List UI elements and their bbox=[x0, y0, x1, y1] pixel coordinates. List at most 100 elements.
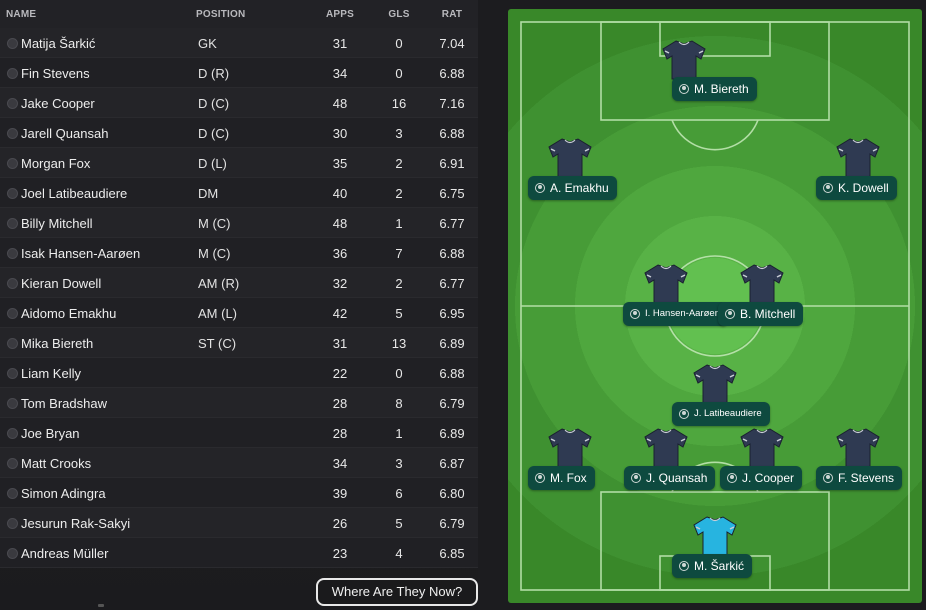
table-row[interactable]: Jarell Quansah D (C) 30 3 6.88 bbox=[0, 118, 478, 148]
player-status-icon[interactable] bbox=[7, 368, 18, 379]
player-name[interactable]: Jarell Quansah bbox=[21, 126, 108, 141]
player-name[interactable]: Mika Biereth bbox=[21, 336, 93, 351]
player-status-icon[interactable] bbox=[7, 38, 18, 49]
player-name[interactable]: Fin Stevens bbox=[21, 66, 90, 81]
player-status-icon[interactable] bbox=[7, 548, 18, 559]
player-status-icon[interactable] bbox=[7, 308, 18, 319]
table-row[interactable]: Tom Bradshaw 28 8 6.79 bbox=[0, 388, 478, 418]
player-apps: 42 bbox=[332, 306, 348, 321]
player-shirt-icon[interactable] bbox=[547, 427, 593, 469]
player-rating: 7.16 bbox=[439, 96, 465, 111]
player-status-icon[interactable] bbox=[7, 398, 18, 409]
player-name[interactable]: Jesurun Rak-Sakyi bbox=[21, 516, 130, 531]
table-row[interactable]: Mika Biereth ST (C) 31 13 6.89 bbox=[0, 328, 478, 358]
player-status-icon[interactable] bbox=[7, 218, 18, 229]
player-shirt-icon[interactable] bbox=[643, 263, 689, 305]
column-header-position[interactable]: POSITION bbox=[196, 9, 245, 20]
player-name[interactable]: Billy Mitchell bbox=[21, 216, 93, 231]
player-name[interactable]: Kieran Dowell bbox=[21, 276, 101, 291]
player-goals: 2 bbox=[395, 186, 403, 201]
player-tag-label: K. Dowell bbox=[838, 181, 889, 195]
table-row[interactable]: Matt Crooks 34 3 6.87 bbox=[0, 448, 478, 478]
table-row[interactable]: Joe Bryan 28 1 6.89 bbox=[0, 418, 478, 448]
player-shirt-icon[interactable] bbox=[692, 363, 738, 405]
player-name[interactable]: Joel Latibeaudiere bbox=[21, 186, 127, 201]
player-name-tag[interactable]: M. Fox bbox=[528, 466, 595, 490]
player-name[interactable]: Isak Hansen-Aarøen bbox=[21, 246, 140, 261]
table-header: NAME POSITION APPS GLS RAT bbox=[0, 0, 478, 28]
player-tag-label: M. Biereth bbox=[694, 82, 749, 96]
player-shirt-icon[interactable] bbox=[661, 39, 707, 81]
goalkeeper-shirt-icon[interactable] bbox=[692, 515, 738, 557]
table-row[interactable]: Billy Mitchell M (C) 48 1 6.77 bbox=[0, 208, 478, 238]
player-shirt-icon[interactable] bbox=[835, 427, 881, 469]
player-name[interactable]: Aidomo Emakhu bbox=[21, 306, 116, 321]
table-row[interactable]: Liam Kelly 22 0 6.88 bbox=[0, 358, 478, 388]
player-status-icon[interactable] bbox=[7, 98, 18, 109]
player-name[interactable]: Andreas Müller bbox=[21, 546, 108, 561]
person-icon bbox=[679, 561, 689, 571]
where-are-they-now-button[interactable]: Where Are They Now? bbox=[316, 578, 478, 606]
table-row[interactable]: Joel Latibeaudiere DM 40 2 6.75 bbox=[0, 178, 478, 208]
player-name[interactable]: Simon Adingra bbox=[21, 486, 106, 501]
table-row[interactable]: Andreas Müller 23 4 6.85 bbox=[0, 538, 478, 568]
player-status-icon[interactable] bbox=[7, 488, 18, 499]
player-name[interactable]: Tom Bradshaw bbox=[21, 396, 107, 411]
table-row[interactable]: Aidomo Emakhu AM (L) 42 5 6.95 bbox=[0, 298, 478, 328]
player-name-tag[interactable]: F. Stevens bbox=[816, 466, 903, 490]
player-name[interactable]: Joe Bryan bbox=[21, 426, 80, 441]
player-name-tag[interactable]: M. Biereth bbox=[672, 77, 757, 101]
table-row[interactable]: Simon Adingra 39 6 6.80 bbox=[0, 478, 478, 508]
player-name-tag[interactable]: A. Emakhu bbox=[528, 176, 617, 200]
player-name-tag[interactable]: I. Hansen-Aarøen bbox=[623, 302, 728, 326]
column-header-apps[interactable]: APPS bbox=[318, 9, 362, 20]
player-name-tag[interactable]: J. Quansah bbox=[624, 466, 716, 490]
person-icon bbox=[630, 309, 640, 319]
table-row[interactable]: Matija Šarkić GK 31 0 7.04 bbox=[0, 28, 478, 58]
column-header-name[interactable]: NAME bbox=[6, 9, 36, 20]
player-shirt-icon[interactable] bbox=[643, 427, 689, 469]
player-goals: 7 bbox=[395, 246, 403, 261]
player-name[interactable]: Liam Kelly bbox=[21, 366, 81, 381]
player-status-icon[interactable] bbox=[7, 458, 18, 469]
player-name-tag[interactable]: K. Dowell bbox=[816, 176, 897, 200]
player-name[interactable]: Matija Šarkić bbox=[21, 36, 95, 51]
player-name-tag[interactable]: J. Latibeaudiere bbox=[672, 402, 770, 426]
player-name[interactable]: Jake Cooper bbox=[21, 96, 95, 111]
table-row[interactable]: Fin Stevens D (R) 34 0 6.88 bbox=[0, 58, 478, 88]
player-status-icon[interactable] bbox=[7, 518, 18, 529]
player-rating: 6.79 bbox=[439, 516, 465, 531]
player-status-icon[interactable] bbox=[7, 338, 18, 349]
player-apps: 31 bbox=[332, 336, 348, 351]
formation-pitch: M. Biereth A. Emakhu K. Dowell I. Hansen-Aa… bbox=[508, 9, 922, 603]
player-name-tag[interactable]: B. Mitchell bbox=[718, 302, 804, 326]
player-name[interactable]: Morgan Fox bbox=[21, 156, 90, 171]
player-status-icon[interactable] bbox=[7, 128, 18, 139]
player-status-icon[interactable] bbox=[7, 428, 18, 439]
player-goals: 0 bbox=[395, 66, 403, 81]
player-status-icon[interactable] bbox=[7, 158, 18, 169]
table-row[interactable]: Jake Cooper D (C) 48 16 7.16 bbox=[0, 88, 478, 118]
player-status-icon[interactable] bbox=[7, 248, 18, 259]
table-row[interactable]: Jesurun Rak-Sakyi 26 5 6.79 bbox=[0, 508, 478, 538]
player-shirt-icon[interactable] bbox=[739, 263, 785, 305]
player-apps: 31 bbox=[332, 36, 348, 51]
player-status-icon[interactable] bbox=[7, 278, 18, 289]
player-shirt-icon[interactable] bbox=[547, 137, 593, 179]
player-apps: 26 bbox=[332, 516, 348, 531]
player-goals: 1 bbox=[395, 216, 403, 231]
table-row[interactable]: Kieran Dowell AM (R) 32 2 6.77 bbox=[0, 268, 478, 298]
table-row[interactable]: Isak Hansen-Aarøen M (C) 36 7 6.88 bbox=[0, 238, 478, 268]
column-header-rating[interactable]: RAT bbox=[430, 9, 474, 20]
player-shirt-icon[interactable] bbox=[835, 137, 881, 179]
player-rating: 6.79 bbox=[439, 396, 465, 411]
player-status-icon[interactable] bbox=[7, 68, 18, 79]
player-name-tag[interactable]: J. Cooper bbox=[720, 466, 803, 490]
player-shirt-icon[interactable] bbox=[739, 427, 785, 469]
player-position: D (C) bbox=[198, 96, 230, 111]
player-name-tag[interactable]: M. Šarkić bbox=[672, 554, 753, 578]
player-name[interactable]: Matt Crooks bbox=[21, 456, 91, 471]
player-status-icon[interactable] bbox=[7, 188, 18, 199]
column-header-goals[interactable]: GLS bbox=[378, 9, 420, 20]
table-row[interactable]: Morgan Fox D (L) 35 2 6.91 bbox=[0, 148, 478, 178]
